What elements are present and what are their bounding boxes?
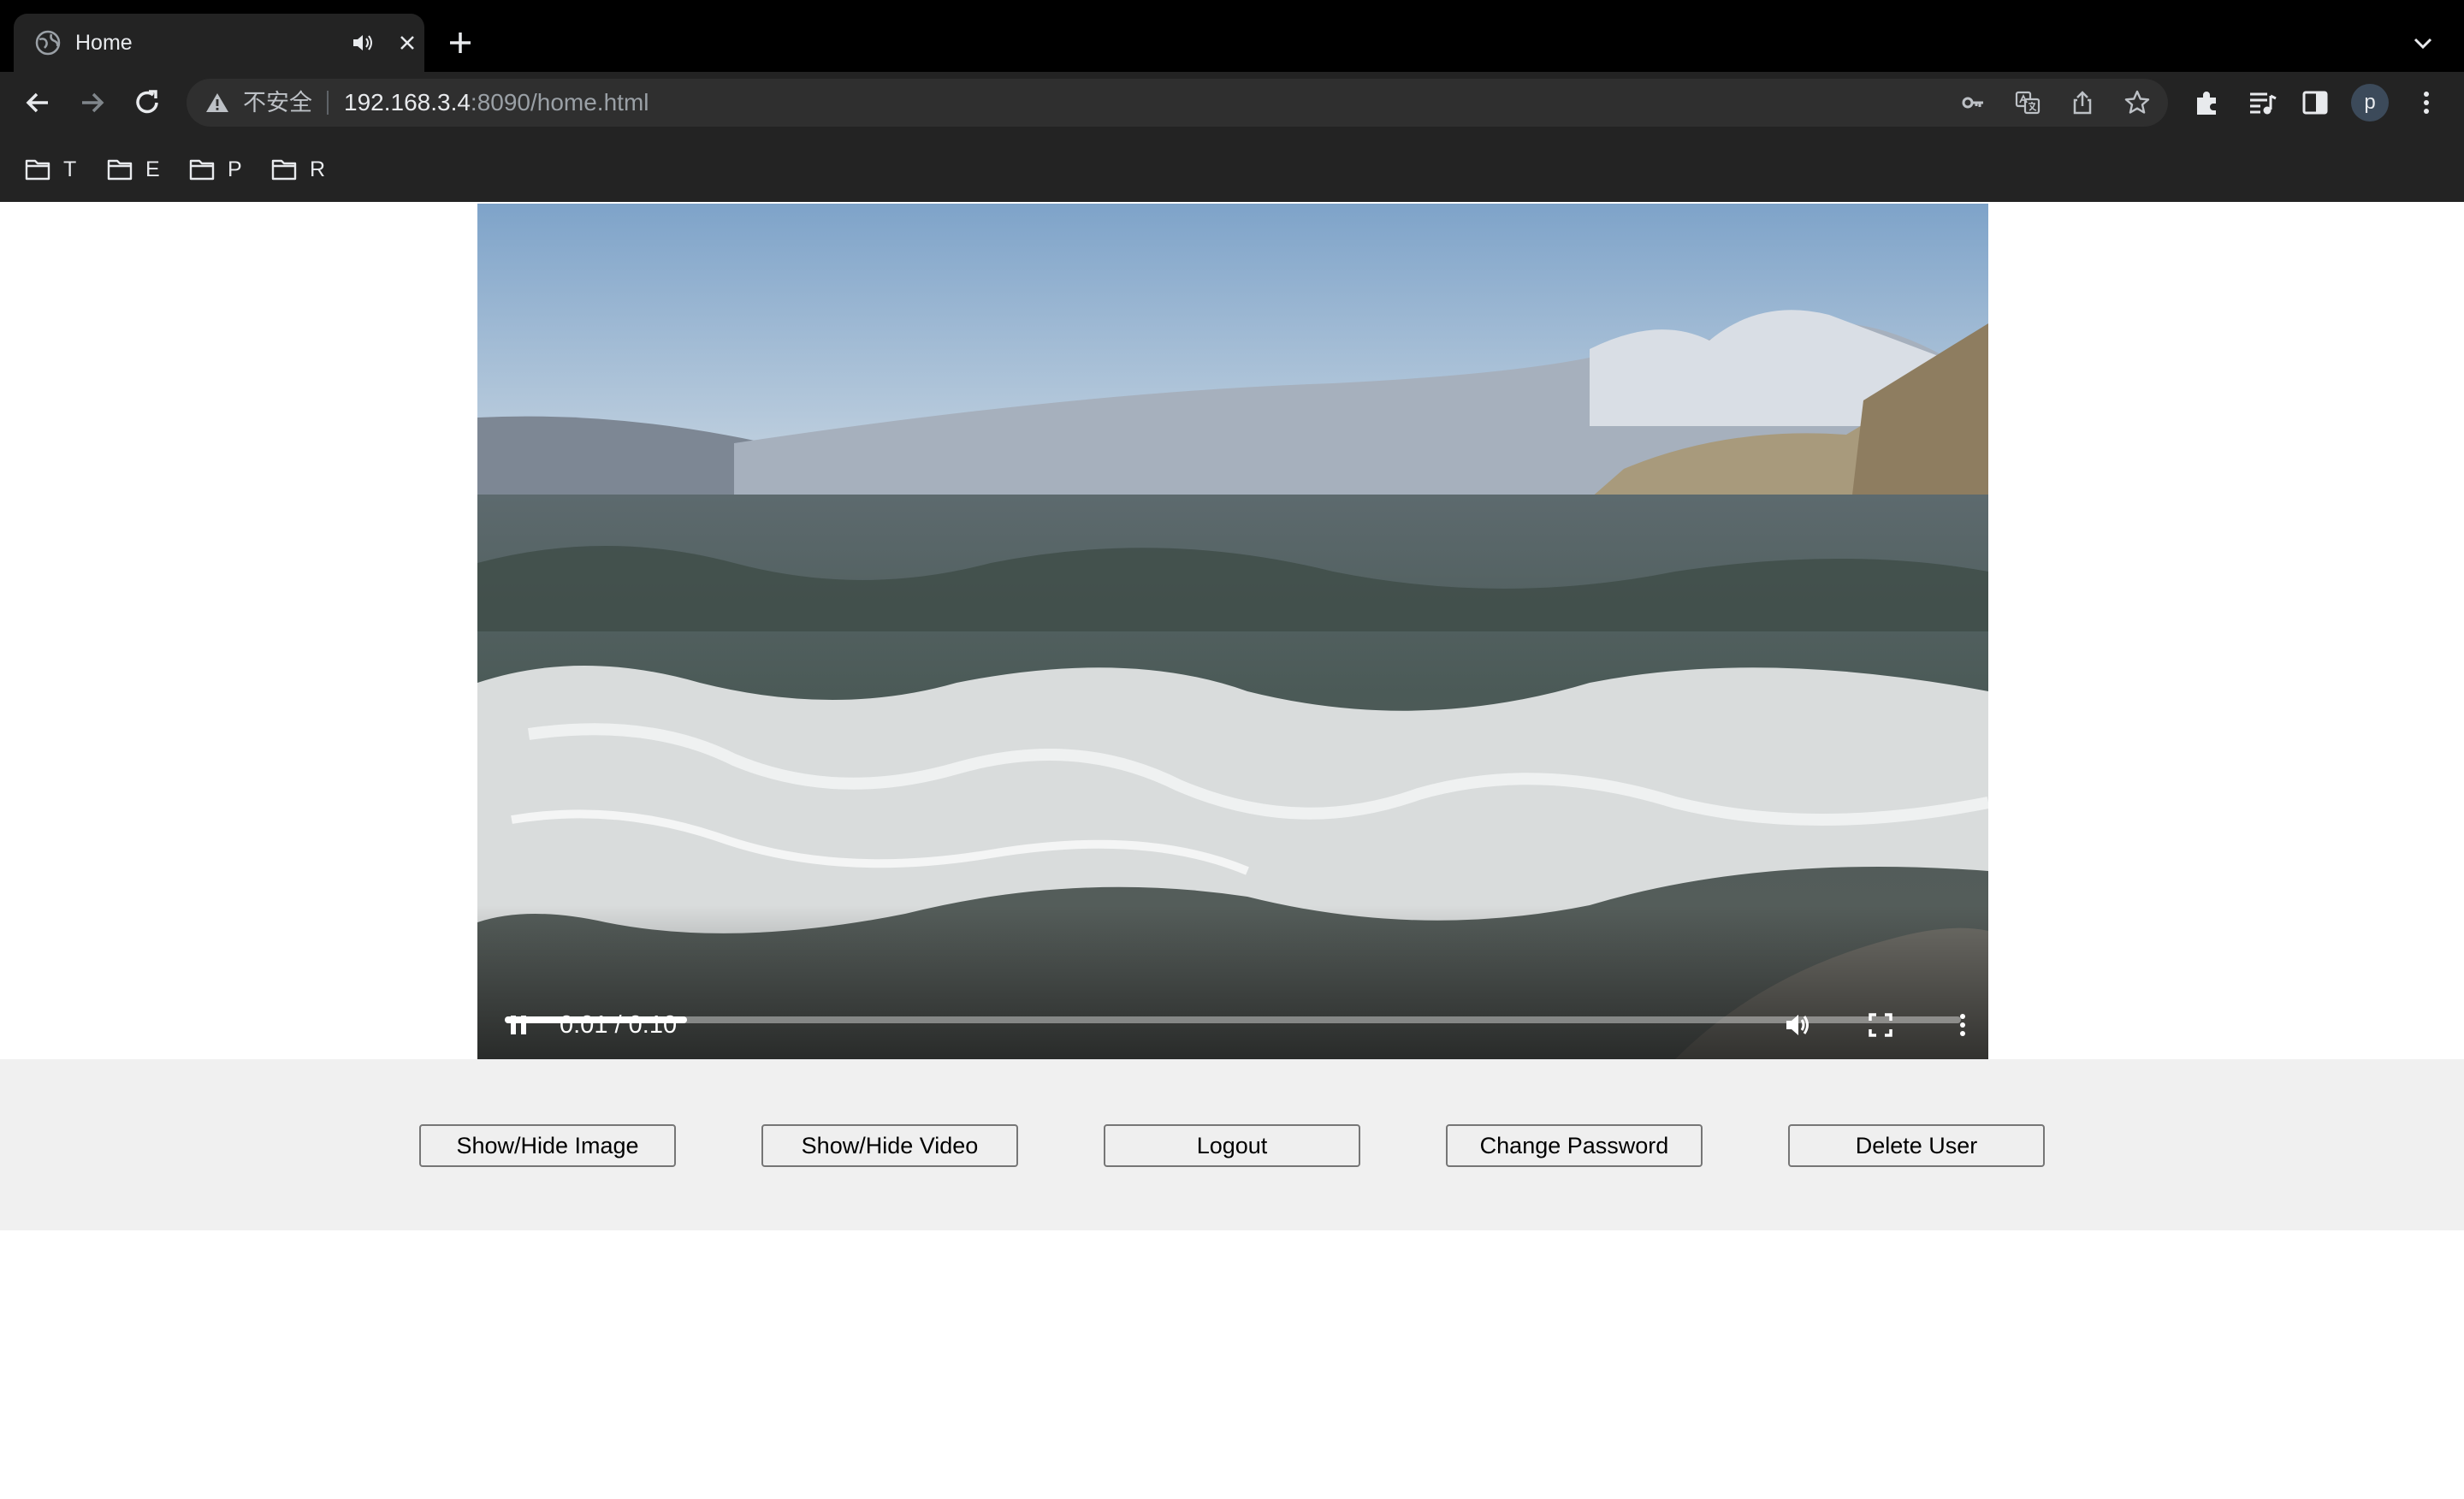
bookmark-label: P xyxy=(228,157,242,181)
video-player[interactable]: 0:01 / 0:10 xyxy=(477,204,1988,1059)
bookmark-star-icon[interactable] xyxy=(2123,89,2151,116)
security-status-label[interactable]: 不安全 xyxy=(243,89,312,116)
folder-icon xyxy=(25,159,50,181)
tab-strip: Home xyxy=(0,0,2464,72)
video-current-time: 0:01 xyxy=(560,1011,608,1039)
more-options-icon[interactable] xyxy=(1946,1008,1980,1042)
address-bar[interactable]: 不安全 192.168.3.4:8090/home.html xyxy=(187,79,2168,127)
profile-avatar[interactable]: p xyxy=(2351,84,2389,121)
tab-audio-playing-icon[interactable] xyxy=(349,29,376,56)
folder-icon xyxy=(271,159,297,181)
video-progress-bar[interactable] xyxy=(505,1016,1961,1023)
side-panel-icon[interactable] xyxy=(2298,86,2332,120)
url-host: 192.168.3.4 xyxy=(344,89,471,116)
folder-icon xyxy=(107,159,133,181)
bookmarks-bar: T E P R xyxy=(0,140,2464,197)
volume-icon[interactable] xyxy=(1781,1008,1815,1042)
extensions-puzzle-icon[interactable] xyxy=(2190,86,2224,120)
tab-title: Home xyxy=(75,31,133,55)
show-hide-image-button[interactable]: Show/Hide Image xyxy=(419,1124,676,1167)
media-controls-icon[interactable] xyxy=(2245,86,2279,120)
fullscreen-icon[interactable] xyxy=(1863,1008,1898,1042)
logout-button[interactable]: Logout xyxy=(1104,1124,1360,1167)
tab-search-chevron-down-icon[interactable] xyxy=(2409,29,2437,56)
browser-tab-home[interactable]: Home xyxy=(14,14,424,72)
omnibox-divider xyxy=(327,91,329,115)
translate-icon[interactable] xyxy=(2014,89,2041,116)
video-duration: 0:10 xyxy=(628,1011,678,1039)
bookmark-label: R xyxy=(310,157,326,181)
more-menu-icon[interactable] xyxy=(2409,86,2443,120)
folder-icon xyxy=(189,159,215,181)
actions-bar: Show/Hide Image Show/Hide Video Logout C… xyxy=(0,1059,2464,1230)
url-text[interactable]: 192.168.3.4:8090/home.html xyxy=(344,89,649,116)
delete-user-button[interactable]: Delete User xyxy=(1788,1124,2045,1167)
tab-close-icon[interactable] xyxy=(394,29,421,56)
browser-toolbar: 不安全 192.168.3.4:8090/home.html p T E P R xyxy=(0,72,2464,202)
globe-icon xyxy=(35,30,61,56)
reload-icon[interactable] xyxy=(128,84,166,121)
change-password-button[interactable]: Change Password xyxy=(1446,1124,1703,1167)
back-arrow-icon[interactable] xyxy=(19,84,56,121)
share-icon[interactable] xyxy=(2069,89,2096,116)
pause-icon[interactable] xyxy=(501,1008,536,1042)
video-time-display: 0:01 / 0:10 xyxy=(560,1008,677,1042)
forward-arrow-icon[interactable] xyxy=(74,84,111,121)
bookmark-label: T xyxy=(63,157,77,181)
bookmark-label: E xyxy=(145,157,160,181)
video-controls-bar: 0:01 / 0:10 xyxy=(477,905,1988,1059)
video-progress-fill xyxy=(505,1016,687,1023)
video-time-separator: / xyxy=(614,1011,622,1039)
url-path: :8090/home.html xyxy=(470,89,649,116)
new-tab-plus-icon[interactable] xyxy=(443,26,477,60)
key-icon[interactable] xyxy=(1959,89,1987,116)
show-hide-video-button[interactable]: Show/Hide Video xyxy=(761,1124,1018,1167)
not-secure-warning-icon[interactable] xyxy=(204,89,231,116)
